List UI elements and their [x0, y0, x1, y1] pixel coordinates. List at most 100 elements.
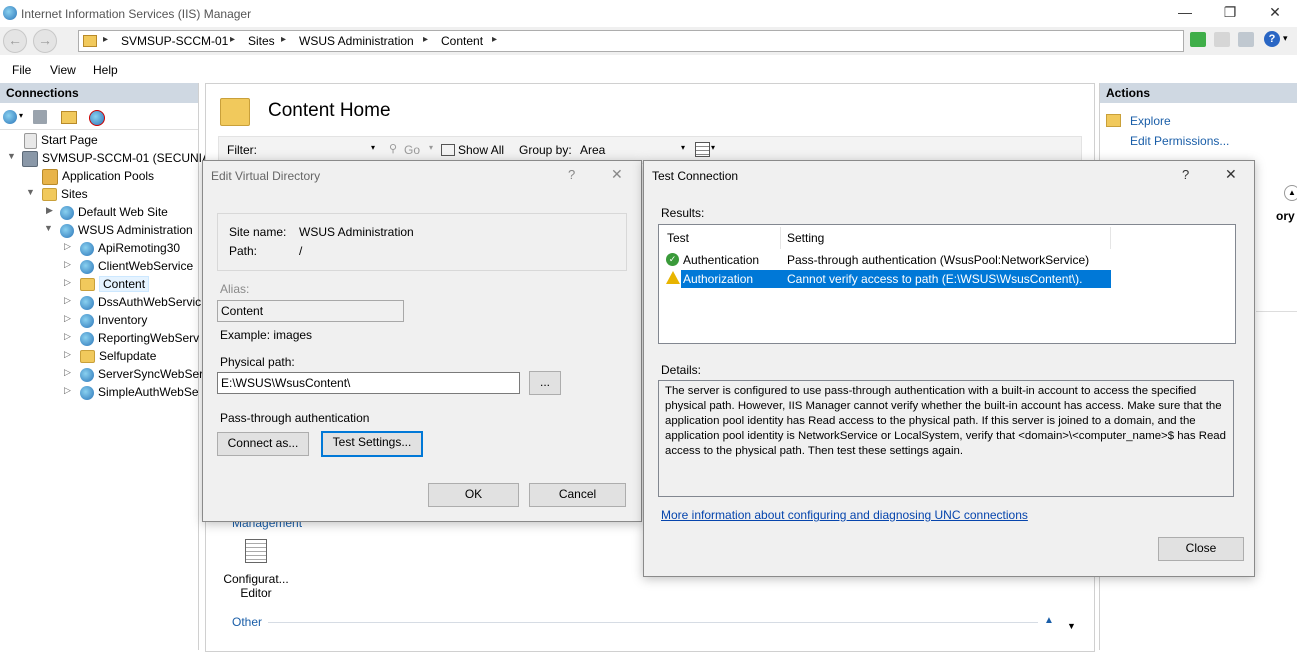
actions-header: Actions	[1100, 83, 1297, 103]
tree-item-server[interactable]: SVMSUP-SCCM-01 (SECUNIA	[22, 150, 210, 167]
physical-path-field[interactable]: E:\WSUS\WsusContent\	[217, 372, 520, 394]
connect-as-button[interactable]: Connect as...	[217, 432, 309, 456]
restore-button[interactable]: ❐	[1215, 4, 1245, 22]
dialog-title: Edit Virtual Directory	[211, 169, 321, 183]
actions-header-label: Actions	[1106, 86, 1151, 100]
breadcrumb-wsus[interactable]: WSUS Administration	[299, 34, 414, 48]
save-icon[interactable]	[33, 110, 47, 124]
scroll-down-icon[interactable]: ▼	[1067, 621, 1076, 631]
help-button[interactable]: ?	[1182, 167, 1189, 182]
chevron-down-icon[interactable]: ▼	[26, 187, 35, 197]
config-editor-feature[interactable]: Configurat... Editor	[220, 539, 292, 603]
breadcrumb-content[interactable]: Content	[441, 34, 483, 48]
tree-item-apiremoting30[interactable]: ApiRemoting30	[80, 240, 180, 257]
chevron-right-icon[interactable]: ▷	[64, 385, 71, 396]
chevron-right-icon[interactable]: ▷	[64, 241, 71, 252]
column-header-setting[interactable]: Setting	[787, 231, 824, 245]
tree-item-serversyncwebservice[interactable]: ServerSyncWebSer	[80, 366, 203, 383]
menu-help[interactable]: Help	[93, 63, 118, 77]
page-icon	[24, 132, 37, 149]
chevron-down-icon[interactable]: ▾	[19, 111, 23, 120]
chevron-up-icon[interactable]: ▲	[1284, 185, 1297, 201]
close-icon[interactable]: ✕	[1225, 166, 1237, 183]
browse-button[interactable]: ...	[529, 371, 561, 395]
tree-item-app-pools[interactable]: Application Pools	[42, 168, 154, 185]
back-button[interactable]: ←	[3, 29, 27, 53]
chevron-down-icon[interactable]: ▾	[711, 143, 715, 152]
forward-button[interactable]: →	[33, 29, 57, 53]
chevron-right-icon[interactable]: ▷	[64, 349, 71, 360]
tree-item-start-page[interactable]: Start Page	[24, 132, 98, 149]
tree-item-inventory[interactable]: Inventory	[80, 312, 147, 329]
tree-item-sites[interactable]: Sites	[42, 186, 88, 203]
chevron-up-icon[interactable]: ▲	[1044, 615, 1054, 626]
filter-input[interactable]	[261, 140, 379, 158]
tree-label: Selfupdate	[99, 349, 157, 363]
chevron-right-icon[interactable]: ▷	[64, 295, 71, 306]
close-window-button[interactable]: ✕	[1260, 4, 1290, 22]
breadcrumb-server[interactable]: SVMSUP-SCCM-01	[121, 34, 228, 48]
more-info-link[interactable]: More information about configuring and d…	[661, 508, 1028, 522]
tree-item-default-web-site[interactable]: Default Web Site	[60, 204, 168, 221]
up-folder-icon[interactable]	[61, 111, 77, 124]
breadcrumb-sites[interactable]: Sites	[248, 34, 275, 48]
folder-icon	[83, 35, 97, 47]
alias-field[interactable]: Content	[217, 300, 404, 322]
view-toggle-icon[interactable]	[695, 142, 710, 157]
edit-permissions-link[interactable]: Edit Permissions...	[1130, 134, 1229, 148]
site-name-label: Site name:	[229, 225, 287, 239]
cancel-button[interactable]: Cancel	[529, 483, 626, 507]
stop-icon[interactable]	[1214, 32, 1230, 47]
chevron-right-icon[interactable]: ▶	[46, 205, 53, 216]
results-list[interactable]: Test Setting ✓ Authentication Pass-throu…	[658, 224, 1236, 344]
web-app-icon	[80, 313, 94, 328]
chevron-down-icon[interactable]: ▼	[44, 223, 53, 233]
results-label: Results:	[661, 206, 705, 220]
table-row[interactable]: ✓ Authentication Pass-through authentica…	[663, 251, 1111, 269]
tree-item-reportingwebservice[interactable]: ReportingWebServ	[80, 330, 199, 347]
chevron-down-icon[interactable]: ▾	[429, 143, 433, 152]
help-icon[interactable]: ?	[1264, 31, 1280, 47]
tree-item-content[interactable]: Content	[80, 276, 150, 293]
menu-view[interactable]: View	[50, 63, 76, 77]
disconnect-icon[interactable]	[89, 110, 105, 126]
test-settings-button[interactable]: Test Settings...	[321, 431, 423, 457]
tree-item-clientwebservice[interactable]: ClientWebService	[80, 258, 193, 275]
table-row-selected[interactable]: Authorization Cannot verify access to pa…	[663, 270, 1111, 288]
web-app-icon	[80, 295, 94, 310]
chevron-down-icon[interactable]: ▾	[681, 143, 685, 152]
chevron-right-icon[interactable]: ▷	[64, 313, 71, 324]
ok-button[interactable]: OK	[428, 483, 519, 507]
menu-file[interactable]: File	[12, 63, 31, 77]
column-divider	[1110, 227, 1111, 249]
chevron-down-icon[interactable]: ▾	[1283, 33, 1288, 44]
chevron-down-icon[interactable]: ▾	[371, 143, 375, 152]
refresh-icon[interactable]	[1190, 32, 1206, 47]
config-editor-label-2: Editor	[240, 586, 272, 600]
breadcrumb[interactable]: ▸ SVMSUP-SCCM-01 ▸ Sites ▸ WSUS Administ…	[78, 30, 1184, 52]
chevron-right-icon[interactable]: ▷	[64, 259, 71, 270]
connect-icon[interactable]	[3, 110, 17, 124]
chevron-down-icon[interactable]: ▼	[7, 151, 16, 161]
connections-toolbar: ▾	[0, 105, 198, 130]
tree-item-simpleauthwebservice[interactable]: SimpleAuthWebSe	[80, 384, 199, 401]
breadcrumb-separator: ▸	[492, 34, 498, 45]
column-header-test[interactable]: Test	[667, 231, 689, 245]
help-button[interactable]: ?	[568, 167, 575, 182]
tree-item-wsus-administration[interactable]: WSUS Administration	[60, 222, 193, 239]
chevron-right-icon[interactable]: ▷	[64, 367, 71, 378]
explore-link[interactable]: Explore	[1130, 114, 1171, 128]
minimize-button[interactable]: —	[1170, 4, 1200, 22]
close-icon[interactable]: ✕	[611, 166, 623, 183]
go-button[interactable]: Go	[404, 143, 420, 157]
close-button[interactable]: Close	[1158, 537, 1244, 561]
tree-item-dssauthwebservice[interactable]: DssAuthWebServic	[80, 294, 201, 311]
home-icon[interactable]	[1238, 32, 1254, 47]
show-all-button[interactable]: Show All	[458, 143, 504, 157]
chevron-right-icon[interactable]: ▷	[64, 331, 71, 342]
title-bar: Internet Information Services (IIS) Mana…	[0, 0, 1297, 27]
group-by-select[interactable]: Area	[580, 143, 680, 157]
chevron-right-icon[interactable]: ▷	[64, 277, 71, 288]
tree-item-selfupdate[interactable]: Selfupdate	[80, 348, 156, 365]
tree-label: ApiRemoting30	[98, 241, 181, 255]
